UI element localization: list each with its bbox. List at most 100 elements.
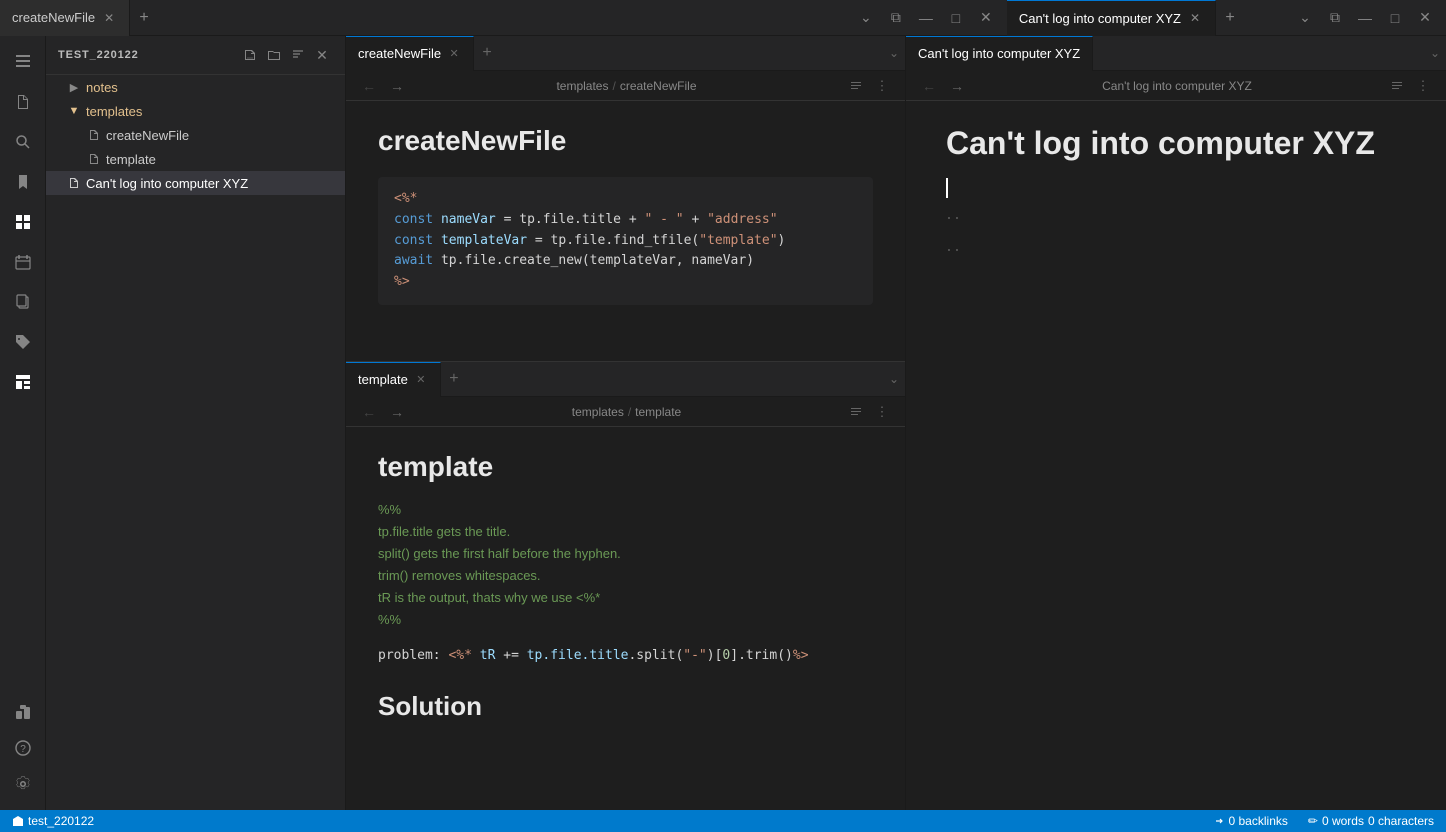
file-icon-cant-log <box>66 177 82 189</box>
tab-controls-right2: ⌄ ⧉ — □ ✕ <box>1284 5 1446 31</box>
top-editor-tab-label: createNewFile <box>358 46 441 61</box>
bottom-editor-tab-template[interactable]: template ✕ <box>346 362 441 397</box>
bottom-toolbar-right: ⋮ <box>845 401 893 423</box>
sort-button[interactable] <box>287 44 309 66</box>
app-tab-createNewFile[interactable]: createNewFile ✕ <box>0 0 130 36</box>
close-window-button-right[interactable]: ✕ <box>1412 5 1438 31</box>
chevron-right-icon: ▶ <box>66 81 82 94</box>
word-count-status[interactable]: ✏ 0 words 0 characters <box>1304 814 1438 828</box>
new-tab-button-right[interactable]: + <box>1216 4 1244 32</box>
file-cant-log-label: Can't log into computer XYZ <box>86 176 337 191</box>
search-icon[interactable] <box>5 124 41 160</box>
breadcrumb-folder-top[interactable]: templates <box>556 79 608 93</box>
bottom-editor-tab-chevron[interactable]: ⌄ <box>883 368 905 390</box>
maximize-button-right[interactable]: □ <box>1382 5 1408 31</box>
tag-icon[interactable] <box>5 324 41 360</box>
top-editor-section: createNewFile ✕ + ⌄ ← → templates / crea… <box>346 36 905 361</box>
right-editor-tab-chevron[interactable]: ⌄ <box>1424 42 1446 64</box>
template-code-line: problem: <%* tR += tp.file.title.split("… <box>378 648 873 663</box>
settings-icon[interactable] <box>5 766 41 802</box>
close-top-editor-tab[interactable]: ✕ <box>447 47 461 61</box>
sidebar-item-notes[interactable]: ▶ notes <box>46 75 345 99</box>
top-back-button[interactable]: ← <box>358 75 380 97</box>
calendar-icon[interactable] <box>5 244 41 280</box>
sidebar-item-cant-log[interactable]: Can't log into computer XYZ <box>46 171 345 195</box>
minimize-button[interactable]: — <box>913 5 939 31</box>
copy-icon[interactable] <box>5 284 41 320</box>
sidebar-item-templates[interactable]: ▼ templates <box>46 99 345 123</box>
top-editor-content[interactable]: createNewFile <%* const nameVar = tp.fil… <box>346 101 905 361</box>
backlinks-count: 0 backlinks <box>1229 814 1288 828</box>
minimize-button-right[interactable]: — <box>1352 5 1378 31</box>
top-editor-add-tab[interactable]: + <box>474 40 500 66</box>
bottom-editor-section: template ✕ + ⌄ ← → templates / template <box>346 362 905 810</box>
activity-bar: ? <box>0 36 46 810</box>
bottom-forward-button[interactable]: → <box>386 401 408 423</box>
template-comment-block: %% tp.file.title gets the title. split()… <box>378 499 873 632</box>
sidebar-item-template[interactable]: template <box>46 147 345 171</box>
top-code-block: <%* const nameVar = tp.file.title + " - … <box>378 177 873 305</box>
files-icon[interactable] <box>5 84 41 120</box>
close-bottom-editor-tab[interactable]: ✕ <box>414 373 428 387</box>
sidebar-item-createNewFile[interactable]: createNewFile <box>46 123 345 147</box>
bottom-more-options-btn[interactable]: ⋮ <box>871 401 893 423</box>
top-editor-tab-chevron[interactable]: ⌄ <box>883 42 905 64</box>
top-breadcrumb: templates / createNewFile <box>414 79 839 93</box>
top-more-options-btn[interactable]: ⋮ <box>871 75 893 97</box>
right-editor-tab-label: Can't log into computer XYZ <box>918 46 1080 61</box>
top-toolbar-right: ⋮ <box>845 75 893 97</box>
sidebar-toggle-icon[interactable] <box>5 44 41 80</box>
tab-chevron-down-right[interactable]: ⌄ <box>1292 5 1318 31</box>
bookmarks-icon[interactable] <box>5 164 41 200</box>
right-forward-button[interactable]: → <box>946 75 968 97</box>
app-tab-cant-log[interactable]: Can't log into computer XYZ ✕ <box>1007 0 1216 36</box>
breadcrumb-folder-bottom[interactable]: templates <box>572 405 624 419</box>
breadcrumb-file-bottom[interactable]: template <box>635 405 681 419</box>
bottom-editor-toolbar: ← → templates / template ⋮ <box>346 397 905 427</box>
file-template-label: template <box>106 152 337 167</box>
bottom-editor-content[interactable]: template %% tp.file.title gets the title… <box>346 427 905 810</box>
bottom-editor-add-tab[interactable]: + <box>441 366 467 392</box>
right-editor-content[interactable]: Can't log into computer XYZ ·· ·· <box>906 101 1446 810</box>
grid-icon[interactable] <box>5 204 41 240</box>
split-editor-button[interactable]: ⧉ <box>883 5 909 31</box>
right-reading-view-btn[interactable] <box>1386 75 1408 97</box>
new-folder-button[interactable] <box>263 44 285 66</box>
right-editor-tab-cant-log[interactable]: Can't log into computer XYZ <box>906 36 1093 71</box>
top-editor-toolbar: ← → templates / createNewFile ⋮ <box>346 71 905 101</box>
bottom-editor-title: template <box>378 451 873 483</box>
dots-indicator: ·· ·· <box>946 201 1406 266</box>
new-tab-button-left[interactable]: + <box>130 4 158 32</box>
maximize-button[interactable]: □ <box>943 5 969 31</box>
content-area: createNewFile ✕ + ⌄ ← → templates / crea… <box>346 36 1446 810</box>
right-back-button[interactable]: ← <box>918 75 940 97</box>
split-editor-button-right[interactable]: ⧉ <box>1322 5 1348 31</box>
bottom-reading-view-btn[interactable] <box>845 401 867 423</box>
bottom-breadcrumb: templates / template <box>414 405 839 419</box>
top-editor-title: createNewFile <box>378 125 873 157</box>
close-window-button[interactable]: ✕ <box>973 5 999 31</box>
top-forward-button[interactable]: → <box>386 75 408 97</box>
new-note-button[interactable] <box>239 44 261 66</box>
vault-status-item[interactable]: test_220122 <box>8 814 98 828</box>
top-editor-tab-createNewFile[interactable]: createNewFile ✕ <box>346 36 474 71</box>
backlinks-status[interactable]: 0 backlinks <box>1209 814 1292 828</box>
bottom-editor-tab-label: template <box>358 372 408 387</box>
tab-controls-right: ⌄ ⧉ — □ ✕ <box>845 5 1007 31</box>
help-icon[interactable]: ? <box>5 730 41 766</box>
tab-chevron-down[interactable]: ⌄ <box>853 5 879 31</box>
file-tree: ▶ notes ▼ templates createNewFile <box>46 75 345 195</box>
template-icon[interactable] <box>5 364 41 400</box>
close-tab-cant-log[interactable]: ✕ <box>1187 10 1203 26</box>
breadcrumb-file-top[interactable]: createNewFile <box>620 79 697 93</box>
edit-icon: ✏ <box>1308 814 1318 828</box>
file-icon-template <box>86 153 102 165</box>
bottom-back-button[interactable]: ← <box>358 401 380 423</box>
plugin-icon[interactable] <box>5 694 41 730</box>
right-more-options-btn[interactable]: ⋮ <box>1412 75 1434 97</box>
file-icon-createNewFile <box>86 129 102 141</box>
close-sidebar-button[interactable]: ✕ <box>311 44 333 66</box>
close-tab-createNewFile[interactable]: ✕ <box>101 10 117 26</box>
top-reading-view-btn[interactable] <box>845 75 867 97</box>
status-left: test_220122 <box>8 814 98 828</box>
